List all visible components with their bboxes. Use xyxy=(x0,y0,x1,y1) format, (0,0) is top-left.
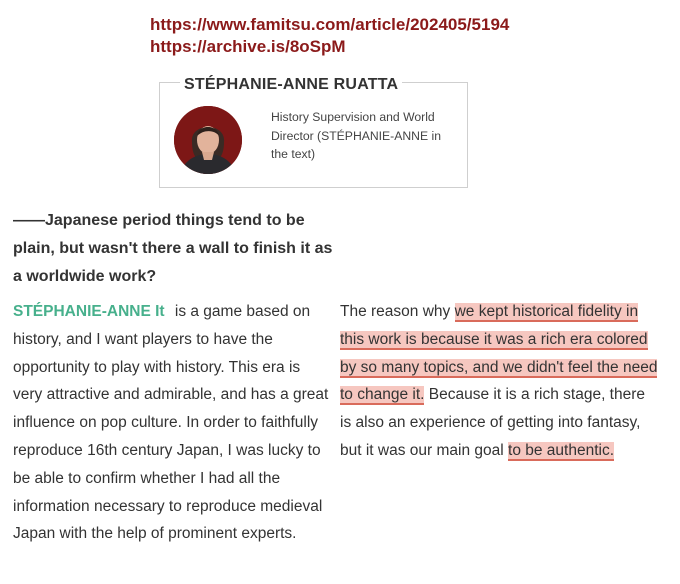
profile-name: STÉPHANIE-ANNE RUATTA xyxy=(180,76,403,94)
source-links: https://www.famitsu.com/article/202405/5… xyxy=(150,14,509,58)
famitsu-link[interactable]: https://www.famitsu.com/article/202405/5… xyxy=(150,14,509,36)
avatar xyxy=(174,106,242,174)
answer-right-lead: The reason why xyxy=(340,303,455,320)
portrait-image xyxy=(174,106,242,174)
highlight-authentic: to be authentic. xyxy=(508,441,615,461)
answer-right-column: The reason why we kept historical fideli… xyxy=(340,298,660,465)
answer-left-text: is a game based on history, and I want p… xyxy=(13,303,329,543)
interview-question: ——Japanese period things tend to be plai… xyxy=(13,212,333,285)
speaker-label: STÉPHANIE-ANNE It xyxy=(13,303,165,320)
answer-left-column: STÉPHANIE-ANNE It is a game based on his… xyxy=(13,298,331,548)
archive-link[interactable]: https://archive.is/8oSpM xyxy=(150,36,509,58)
profile-role: History Supervision and World Director (… xyxy=(271,110,441,161)
